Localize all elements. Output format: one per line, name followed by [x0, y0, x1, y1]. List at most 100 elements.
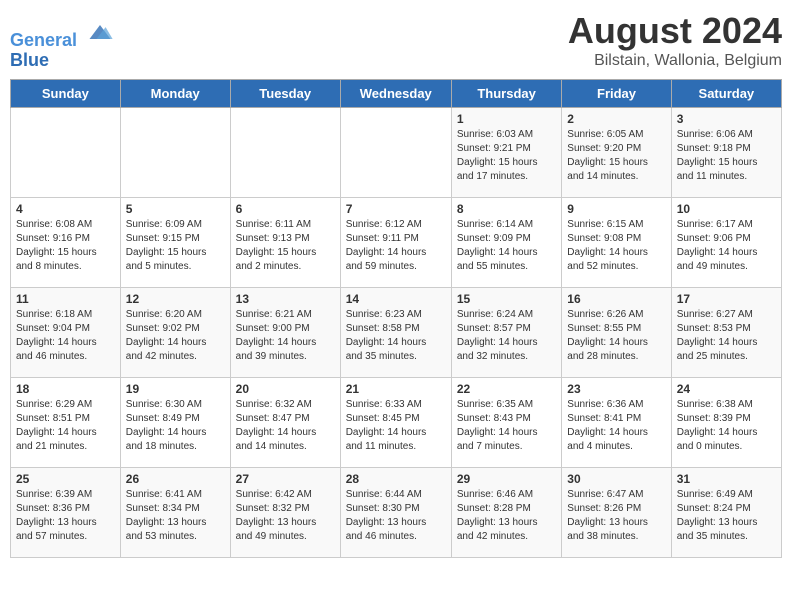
week-row-5: 25 Sunrise: 6:39 AM Sunset: 8:36 PM Dayli…: [11, 467, 782, 557]
day-info: Sunrise: 6:44 AM Sunset: 8:30 PM Dayligh…: [346, 488, 446, 544]
day-cell: 15Sunrise: 6:24 AM Sunset: 8:57 PM Dayli…: [451, 287, 561, 377]
day-info: Sunrise: 6:15 AM Sunset: 9:08 PM Dayligh…: [567, 218, 665, 274]
col-header-thursday: Thursday: [451, 79, 561, 107]
day-cell: 5 Sunrise: 6:09 AM Sunset: 9:15 PM Daylig…: [120, 197, 230, 287]
day-info: Sunrise: 6:46 AM Sunset: 8:28 PM Dayligh…: [457, 488, 556, 544]
day-number: 30: [567, 472, 665, 486]
day-info: Sunrise: 6:42 AM Sunset: 8:32 PM Dayligh…: [236, 488, 335, 544]
day-number: 10: [677, 202, 776, 216]
day-info: Sunrise: 6:35 AM Sunset: 8:43 PM Dayligh…: [457, 398, 556, 454]
col-header-friday: Friday: [562, 79, 671, 107]
col-header-wednesday: Wednesday: [340, 79, 451, 107]
logo-text: General: [10, 18, 114, 51]
day-info: Sunrise: 6:03 AM Sunset: 9:21 PM Dayligh…: [457, 128, 556, 184]
week-row-3: 11Sunrise: 6:18 AM Sunset: 9:04 PM Dayli…: [11, 287, 782, 377]
day-number: 1: [457, 112, 556, 126]
day-number: 23: [567, 382, 665, 396]
logo-line2: Blue: [10, 51, 114, 71]
day-info: Sunrise: 6:49 AM Sunset: 8:24 PM Dayligh…: [677, 488, 776, 544]
day-number: 26: [126, 472, 225, 486]
day-info: Sunrise: 6:12 AM Sunset: 9:11 PM Dayligh…: [346, 218, 446, 274]
day-info: Sunrise: 6:33 AM Sunset: 8:45 PM Dayligh…: [346, 398, 446, 454]
day-cell: 24Sunrise: 6:38 AM Sunset: 8:39 PM Dayli…: [671, 377, 781, 467]
day-cell: 10 Sunrise: 6:17 AM Sunset: 9:06 PM Dayli…: [671, 197, 781, 287]
day-cell: 28 Sunrise: 6:44 AM Sunset: 8:30 PM Dayli…: [340, 467, 451, 557]
day-info: Sunrise: 6:41 AM Sunset: 8:34 PM Dayligh…: [126, 488, 225, 544]
day-number: 5: [126, 202, 225, 216]
day-info: Sunrise: 6:14 AM Sunset: 9:09 PM Dayligh…: [457, 218, 556, 274]
day-cell: 31 Sunrise: 6:49 AM Sunset: 8:24 PM Dayli…: [671, 467, 781, 557]
day-number: 19: [126, 382, 225, 396]
day-cell: 20 Sunrise: 6:32 AM Sunset: 8:47 PM Dayli…: [230, 377, 340, 467]
day-cell: 1 Sunrise: 6:03 AM Sunset: 9:21 PM Daylig…: [451, 107, 561, 197]
day-cell: 11Sunrise: 6:18 AM Sunset: 9:04 PM Dayli…: [11, 287, 121, 377]
day-info: Sunrise: 6:09 AM Sunset: 9:15 PM Dayligh…: [126, 218, 225, 274]
day-cell: [120, 107, 230, 197]
day-cell: 2 Sunrise: 6:05 AM Sunset: 9:20 PM Daylig…: [562, 107, 671, 197]
day-number: 2: [567, 112, 665, 126]
day-number: 17: [677, 292, 776, 306]
day-cell: 9 Sunrise: 6:15 AM Sunset: 9:08 PM Daylig…: [562, 197, 671, 287]
day-number: 15: [457, 292, 556, 306]
week-row-2: 4Sunrise: 6:08 AM Sunset: 9:16 PM Daylig…: [11, 197, 782, 287]
day-info: Sunrise: 6:05 AM Sunset: 9:20 PM Dayligh…: [567, 128, 665, 184]
day-number: 20: [236, 382, 335, 396]
calendar-body: 1 Sunrise: 6:03 AM Sunset: 9:21 PM Daylig…: [11, 107, 782, 557]
title-block: August 2024 Bilstain, Wallonia, Belgium: [568, 10, 782, 70]
logo-line1: General: [10, 30, 77, 50]
day-number: 11: [16, 292, 115, 306]
day-info: Sunrise: 6:30 AM Sunset: 8:49 PM Dayligh…: [126, 398, 225, 454]
day-number: 13: [236, 292, 335, 306]
day-number: 3: [677, 112, 776, 126]
logo-icon: [86, 18, 114, 46]
day-info: Sunrise: 6:17 AM Sunset: 9:06 PM Dayligh…: [677, 218, 776, 274]
day-info: Sunrise: 6:26 AM Sunset: 8:55 PM Dayligh…: [567, 308, 665, 364]
week-row-1: 1 Sunrise: 6:03 AM Sunset: 9:21 PM Daylig…: [11, 107, 782, 197]
day-number: 6: [236, 202, 335, 216]
day-info: Sunrise: 6:20 AM Sunset: 9:02 PM Dayligh…: [126, 308, 225, 364]
day-number: 25: [16, 472, 115, 486]
page-header: General Blue August 2024 Bilstain, Wallo…: [10, 10, 782, 71]
day-cell: 22Sunrise: 6:35 AM Sunset: 8:43 PM Dayli…: [451, 377, 561, 467]
main-title: August 2024: [568, 10, 782, 52]
day-info: Sunrise: 6:11 AM Sunset: 9:13 PM Dayligh…: [236, 218, 335, 274]
day-number: 14: [346, 292, 446, 306]
day-info: Sunrise: 6:08 AM Sunset: 9:16 PM Dayligh…: [16, 218, 115, 274]
day-number: 31: [677, 472, 776, 486]
day-number: 12: [126, 292, 225, 306]
day-cell: 21Sunrise: 6:33 AM Sunset: 8:45 PM Dayli…: [340, 377, 451, 467]
day-info: Sunrise: 6:38 AM Sunset: 8:39 PM Dayligh…: [677, 398, 776, 454]
day-cell: [340, 107, 451, 197]
day-cell: 23Sunrise: 6:36 AM Sunset: 8:41 PM Dayli…: [562, 377, 671, 467]
day-cell: 13 Sunrise: 6:21 AM Sunset: 9:00 PM Dayli…: [230, 287, 340, 377]
logo: General Blue: [10, 18, 114, 71]
day-cell: 19 Sunrise: 6:30 AM Sunset: 8:49 PM Dayli…: [120, 377, 230, 467]
day-cell: [11, 107, 121, 197]
day-cell: 27Sunrise: 6:42 AM Sunset: 8:32 PM Dayli…: [230, 467, 340, 557]
day-info: Sunrise: 6:39 AM Sunset: 8:36 PM Dayligh…: [16, 488, 115, 544]
day-info: Sunrise: 6:06 AM Sunset: 9:18 PM Dayligh…: [677, 128, 776, 184]
col-header-sunday: Sunday: [11, 79, 121, 107]
day-cell: 17Sunrise: 6:27 AM Sunset: 8:53 PM Dayli…: [671, 287, 781, 377]
day-cell: 4Sunrise: 6:08 AM Sunset: 9:16 PM Daylig…: [11, 197, 121, 287]
header-row: SundayMondayTuesdayWednesdayThursdayFrid…: [11, 79, 782, 107]
day-number: 28: [346, 472, 446, 486]
day-info: Sunrise: 6:21 AM Sunset: 9:00 PM Dayligh…: [236, 308, 335, 364]
day-info: Sunrise: 6:23 AM Sunset: 8:58 PM Dayligh…: [346, 308, 446, 364]
subtitle: Bilstain, Wallonia, Belgium: [568, 52, 782, 70]
week-row-4: 18Sunrise: 6:29 AM Sunset: 8:51 PM Dayli…: [11, 377, 782, 467]
day-number: 7: [346, 202, 446, 216]
day-cell: [230, 107, 340, 197]
day-number: 8: [457, 202, 556, 216]
day-info: Sunrise: 6:29 AM Sunset: 8:51 PM Dayligh…: [16, 398, 115, 454]
day-number: 9: [567, 202, 665, 216]
day-cell: 25 Sunrise: 6:39 AM Sunset: 8:36 PM Dayli…: [11, 467, 121, 557]
day-info: Sunrise: 6:32 AM Sunset: 8:47 PM Dayligh…: [236, 398, 335, 454]
day-cell: 30 Sunrise: 6:47 AM Sunset: 8:26 PM Dayli…: [562, 467, 671, 557]
day-cell: 18Sunrise: 6:29 AM Sunset: 8:51 PM Dayli…: [11, 377, 121, 467]
day-info: Sunrise: 6:47 AM Sunset: 8:26 PM Dayligh…: [567, 488, 665, 544]
day-cell: 3 Sunrise: 6:06 AM Sunset: 9:18 PM Daylig…: [671, 107, 781, 197]
day-cell: 12 Sunrise: 6:20 AM Sunset: 9:02 PM Dayli…: [120, 287, 230, 377]
col-header-tuesday: Tuesday: [230, 79, 340, 107]
calendar-header: SundayMondayTuesdayWednesdayThursdayFrid…: [11, 79, 782, 107]
